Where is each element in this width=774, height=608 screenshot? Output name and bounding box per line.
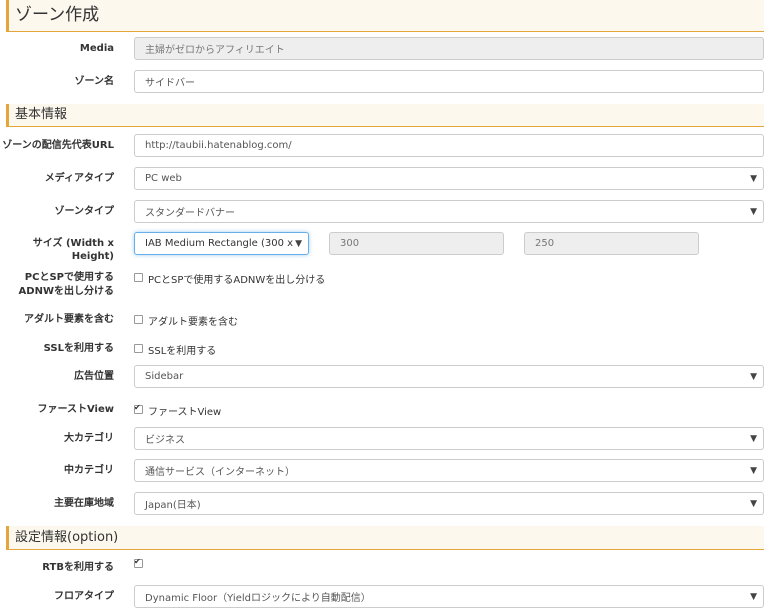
media-type-select[interactable]: PC web ▼	[134, 167, 764, 190]
adult-label: アダルト要素を含む	[24, 314, 114, 325]
category-large-select[interactable]: ビジネス ▼	[134, 427, 764, 450]
media-value: 主婦がゼロからアフィリエイト	[145, 45, 285, 56]
size-width-value: 300	[340, 238, 360, 249]
adult-checkbox[interactable]	[134, 315, 143, 324]
category-mid-select[interactable]: 通信サービス（インターネット） ▼	[134, 459, 764, 482]
section-header-zone-create: ゾーン作成	[6, 0, 764, 32]
settings-title: 設定情報(option)	[15, 530, 119, 545]
first-view-checkbox[interactable]	[134, 403, 143, 414]
zone-type-value: スタンダードバナー	[145, 208, 235, 219]
first-view-label: ファーストView	[37, 404, 114, 415]
media-type-value: PC web	[145, 173, 182, 184]
size-select[interactable]: IAB Medium Rectangle (300 x ▼	[134, 232, 309, 255]
chevron-down-icon: ▼	[750, 206, 757, 217]
ssl-check-label: SSLを利用する	[148, 346, 217, 357]
basic-info-title: 基本情報	[15, 107, 68, 122]
chevron-down-icon: ▼	[295, 238, 302, 249]
chevron-down-icon: ▼	[750, 465, 757, 476]
rtb-label: RTBを利用する	[42, 562, 114, 573]
adult-check-label: アダルト要素を含む	[148, 317, 238, 328]
region-value: Japan(日本)	[145, 500, 201, 511]
chevron-down-icon: ▼	[750, 433, 757, 444]
chevron-down-icon: ▼	[750, 371, 757, 382]
url-value: http://taubii.hatenablog.com/	[145, 140, 292, 151]
zone-type-select[interactable]: スタンダードバナー ▼	[134, 200, 764, 223]
size-value: IAB Medium Rectangle (300 x	[145, 238, 294, 249]
pc-sp-check-label: PCとSPで使用するADNWを出し分ける	[148, 275, 326, 286]
pc-sp-label-line1: PCとSPで使用する	[24, 272, 114, 283]
size-height-value: 250	[535, 238, 555, 249]
ad-position-value: Sidebar	[145, 371, 184, 382]
category-large-label: 大カテゴリ	[64, 433, 114, 444]
ssl-checkbox[interactable]	[134, 344, 143, 353]
size-width-field: 300	[329, 232, 504, 255]
pc-sp-checkbox[interactable]	[134, 273, 143, 282]
zone-name-input[interactable]: サイドバー	[134, 70, 764, 93]
rtb-checkbox[interactable]	[134, 557, 143, 568]
chevron-down-icon: ▼	[750, 173, 757, 184]
section-header-settings: 設定情報(option)	[6, 526, 764, 550]
ad-position-select[interactable]: Sidebar ▼	[134, 365, 764, 388]
section-header-basic-info: 基本情報	[6, 104, 764, 127]
pc-sp-label-line2: ADNWを出し分ける	[18, 286, 114, 297]
url-input[interactable]: http://taubii.hatenablog.com/	[134, 134, 764, 157]
media-type-label: メディアタイプ	[44, 173, 114, 184]
ssl-label: SSLを利用する	[43, 343, 114, 354]
zone-create-title: ゾーン作成	[15, 5, 100, 25]
ad-position-label: 広告位置	[74, 371, 114, 382]
size-height-field: 250	[524, 232, 699, 255]
category-large-value: ビジネス	[145, 435, 185, 446]
zone-name-label: ゾーン名	[74, 76, 115, 87]
category-mid-value: 通信サービス（インターネット）	[145, 467, 295, 478]
zone-name-value: サイドバー	[145, 78, 195, 89]
zone-type-label: ゾーンタイプ	[54, 206, 115, 217]
size-label: サイズ (Width x Height)	[32, 238, 114, 262]
media-field: 主婦がゼロからアフィリエイト	[134, 37, 764, 60]
media-label: Media	[79, 43, 114, 54]
first-view-check-label: ファーストView	[148, 407, 222, 418]
region-select[interactable]: Japan(日本) ▼	[134, 492, 764, 515]
chevron-down-icon: ▼	[750, 498, 757, 509]
region-label: 主要在庫地域	[54, 498, 114, 509]
url-label: ゾーンの配信先代表URL	[2, 140, 114, 151]
category-mid-label: 中カテゴリ	[64, 465, 114, 476]
